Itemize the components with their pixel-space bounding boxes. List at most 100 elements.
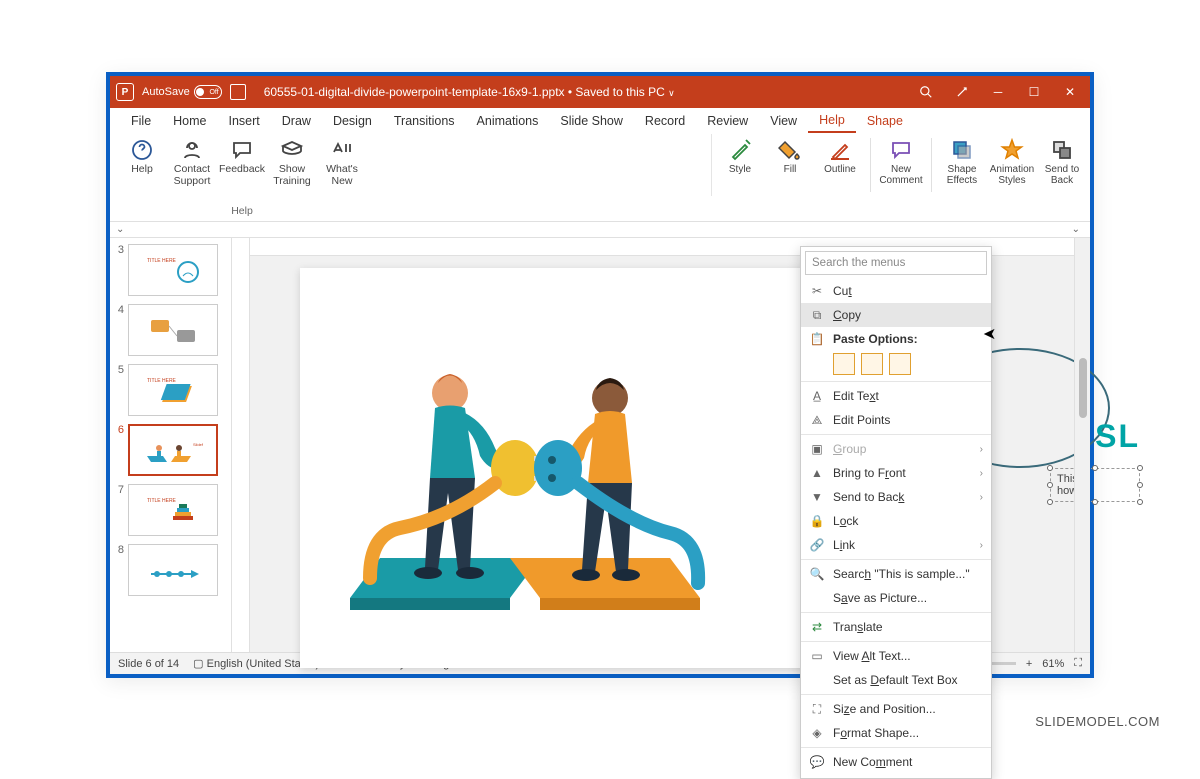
cm-lock[interactable]: 🔒Lock xyxy=(801,509,991,533)
ribbon-contact-support[interactable]: Contact Support xyxy=(168,138,216,187)
autosave-label: AutoSave xyxy=(142,86,190,98)
search-icon[interactable] xyxy=(918,84,934,100)
menu-design[interactable]: Design xyxy=(322,110,383,132)
slide-illustration[interactable] xyxy=(330,348,730,628)
cm-default-textbox[interactable]: Set as Default Text Box xyxy=(801,668,991,692)
send-back-icon: ▼ xyxy=(809,489,825,505)
cm-new-comment[interactable]: 💬New Comment xyxy=(801,750,991,774)
slide-thumb-4[interactable] xyxy=(128,304,218,356)
document-title[interactable]: 60555-01-digital-divide-powerpoint-templ… xyxy=(264,85,675,99)
cm-translate[interactable]: ⇄Translate xyxy=(801,615,991,639)
ribbon-animation-styles[interactable]: Animation Styles xyxy=(988,138,1036,192)
comment-icon: 💬 xyxy=(809,754,825,770)
lock-icon: 🔒 xyxy=(809,513,825,529)
ribbon-new-comment[interactable]: New Comment xyxy=(877,138,925,192)
size-icon: ⛶ xyxy=(809,701,825,717)
context-menu: Search the menus ✂Cut ⧉Copy 📋Paste Optio… xyxy=(800,246,992,779)
save-icon[interactable] xyxy=(230,84,246,100)
menu-review[interactable]: Review xyxy=(696,110,759,132)
menu-insert[interactable]: Insert xyxy=(218,110,271,132)
thumb-number: 5 xyxy=(114,364,124,416)
slide-thumb-8[interactable] xyxy=(128,544,218,596)
menu-record[interactable]: Record xyxy=(634,110,696,132)
thumb-number: 6 xyxy=(114,424,124,476)
menu-bar: File Home Insert Draw Design Transitions… xyxy=(110,108,1090,134)
zoom-in-icon[interactable]: + xyxy=(1026,658,1032,670)
watermark: SLIDEMODEL.COM xyxy=(1035,714,1160,729)
scissors-icon: ✂ xyxy=(809,283,825,299)
cm-copy[interactable]: ⧉Copy xyxy=(801,303,991,327)
paste-option-source[interactable] xyxy=(833,353,855,375)
slide-thumb-6[interactable]: SlideModel xyxy=(128,424,218,476)
paste-options-row xyxy=(801,351,991,379)
contextual-ribbon: Style Fill Outline New Comment Shape Eff… xyxy=(711,134,1090,196)
slide-thumb-7[interactable]: TITLE HERE xyxy=(128,484,218,536)
slide-counter[interactable]: Slide 6 of 14 xyxy=(118,658,179,670)
cm-edit-text[interactable]: A̲Edit Text xyxy=(801,384,991,408)
ribbon-fill[interactable]: Fill xyxy=(766,138,814,192)
thumb-number: 4 xyxy=(114,304,124,356)
menu-slideshow[interactable]: Slide Show xyxy=(549,110,634,132)
app-icon: P xyxy=(116,83,134,101)
menu-help[interactable]: Help xyxy=(808,109,856,133)
toggle-off-icon[interactable]: Off xyxy=(194,85,222,99)
ribbon-feedback[interactable]: Feedback xyxy=(218,138,266,187)
cm-edit-points[interactable]: ⟁Edit Points xyxy=(801,408,991,432)
group-icon: ▣ xyxy=(809,441,825,457)
paste-option-text[interactable] xyxy=(889,353,911,375)
thumbnail-panel[interactable]: 3TITLE HERE 4 5TITLE HERE 6SlideModel 7T… xyxy=(110,238,232,652)
link-icon: 🔗 xyxy=(809,537,825,553)
ribbon-shape-effects[interactable]: Shape Effects xyxy=(938,138,986,192)
autosave-toggle[interactable]: AutoSave Off xyxy=(142,85,222,99)
menu-animations[interactable]: Animations xyxy=(466,110,550,132)
svg-text:TITLE HERE: TITLE HERE xyxy=(147,498,177,504)
cm-smart-search[interactable]: 🔍Search "This is sample..." xyxy=(801,562,991,586)
ribbon-outline[interactable]: Outline xyxy=(816,138,864,192)
edit-points-icon: ⟁ xyxy=(809,412,825,428)
selected-textbox[interactable]: This is how t xyxy=(1050,468,1140,502)
ribbon-whats-new[interactable]: What's New xyxy=(318,138,366,187)
search-icon: 🔍 xyxy=(809,566,825,582)
cm-cut[interactable]: ✂Cut xyxy=(801,279,991,303)
cm-alt-text[interactable]: ▭View Alt Text... xyxy=(801,644,991,668)
ribbon-group-label: Help xyxy=(231,205,253,219)
magic-icon[interactable] xyxy=(954,84,970,100)
scrollbar-thumb[interactable] xyxy=(1079,358,1087,418)
chevron-right-icon: › xyxy=(980,492,983,503)
paste-option-merge[interactable] xyxy=(861,353,883,375)
menu-home[interactable]: Home xyxy=(162,110,217,132)
vertical-scrollbar[interactable] xyxy=(1074,238,1090,652)
menu-draw[interactable]: Draw xyxy=(271,110,322,132)
maximize-icon[interactable]: ☐ xyxy=(1026,84,1042,100)
menu-view[interactable]: View xyxy=(759,110,808,132)
svg-text:SlideModel: SlideModel xyxy=(193,442,203,447)
app-window: P AutoSave Off 60555-01-digital-divide-p… xyxy=(106,72,1094,678)
ribbon-send-to-back[interactable]: Send to Back xyxy=(1038,138,1086,192)
fit-to-window-icon[interactable]: ⛶ xyxy=(1074,657,1082,670)
cm-bring-to-front[interactable]: ▲Bring to Front› xyxy=(801,461,991,485)
ribbon-help[interactable]: Help xyxy=(118,138,166,187)
minimize-icon[interactable]: ─ xyxy=(990,84,1006,100)
cm-link[interactable]: 🔗Link› xyxy=(801,533,991,557)
menu-transitions[interactable]: Transitions xyxy=(383,110,466,132)
chevron-right-icon: › xyxy=(980,444,983,455)
slide-title-text[interactable]: SL xyxy=(1095,418,1140,455)
cm-format-shape[interactable]: ◈Format Shape... xyxy=(801,721,991,745)
ribbon-options-icon[interactable]: ⌄ xyxy=(1072,224,1080,235)
format-shape-icon: ◈ xyxy=(809,725,825,741)
ribbon-style[interactable]: Style xyxy=(716,138,764,192)
cm-send-to-back[interactable]: ▼Send to Back› xyxy=(801,485,991,509)
zoom-level[interactable]: 61% xyxy=(1042,658,1064,670)
menu-file[interactable]: File xyxy=(120,110,162,132)
alt-text-icon: ▭ xyxy=(809,648,825,664)
ribbon-collapse-bar[interactable]: ⌄ ⌄ xyxy=(110,222,1090,238)
menu-shape-format[interactable]: Shape xyxy=(856,110,914,132)
slide-thumb-5[interactable]: TITLE HERE xyxy=(128,364,218,416)
close-icon[interactable]: ✕ xyxy=(1062,84,1078,100)
menu-search-input[interactable]: Search the menus xyxy=(805,251,987,275)
cm-size-position[interactable]: ⛶Size and Position... xyxy=(801,697,991,721)
cm-save-as-picture[interactable]: Save as Picture... xyxy=(801,586,991,610)
slide-thumb-3[interactable]: TITLE HERE xyxy=(128,244,218,296)
chevron-right-icon: › xyxy=(980,468,983,479)
ribbon-show-training[interactable]: Show Training xyxy=(268,138,316,187)
